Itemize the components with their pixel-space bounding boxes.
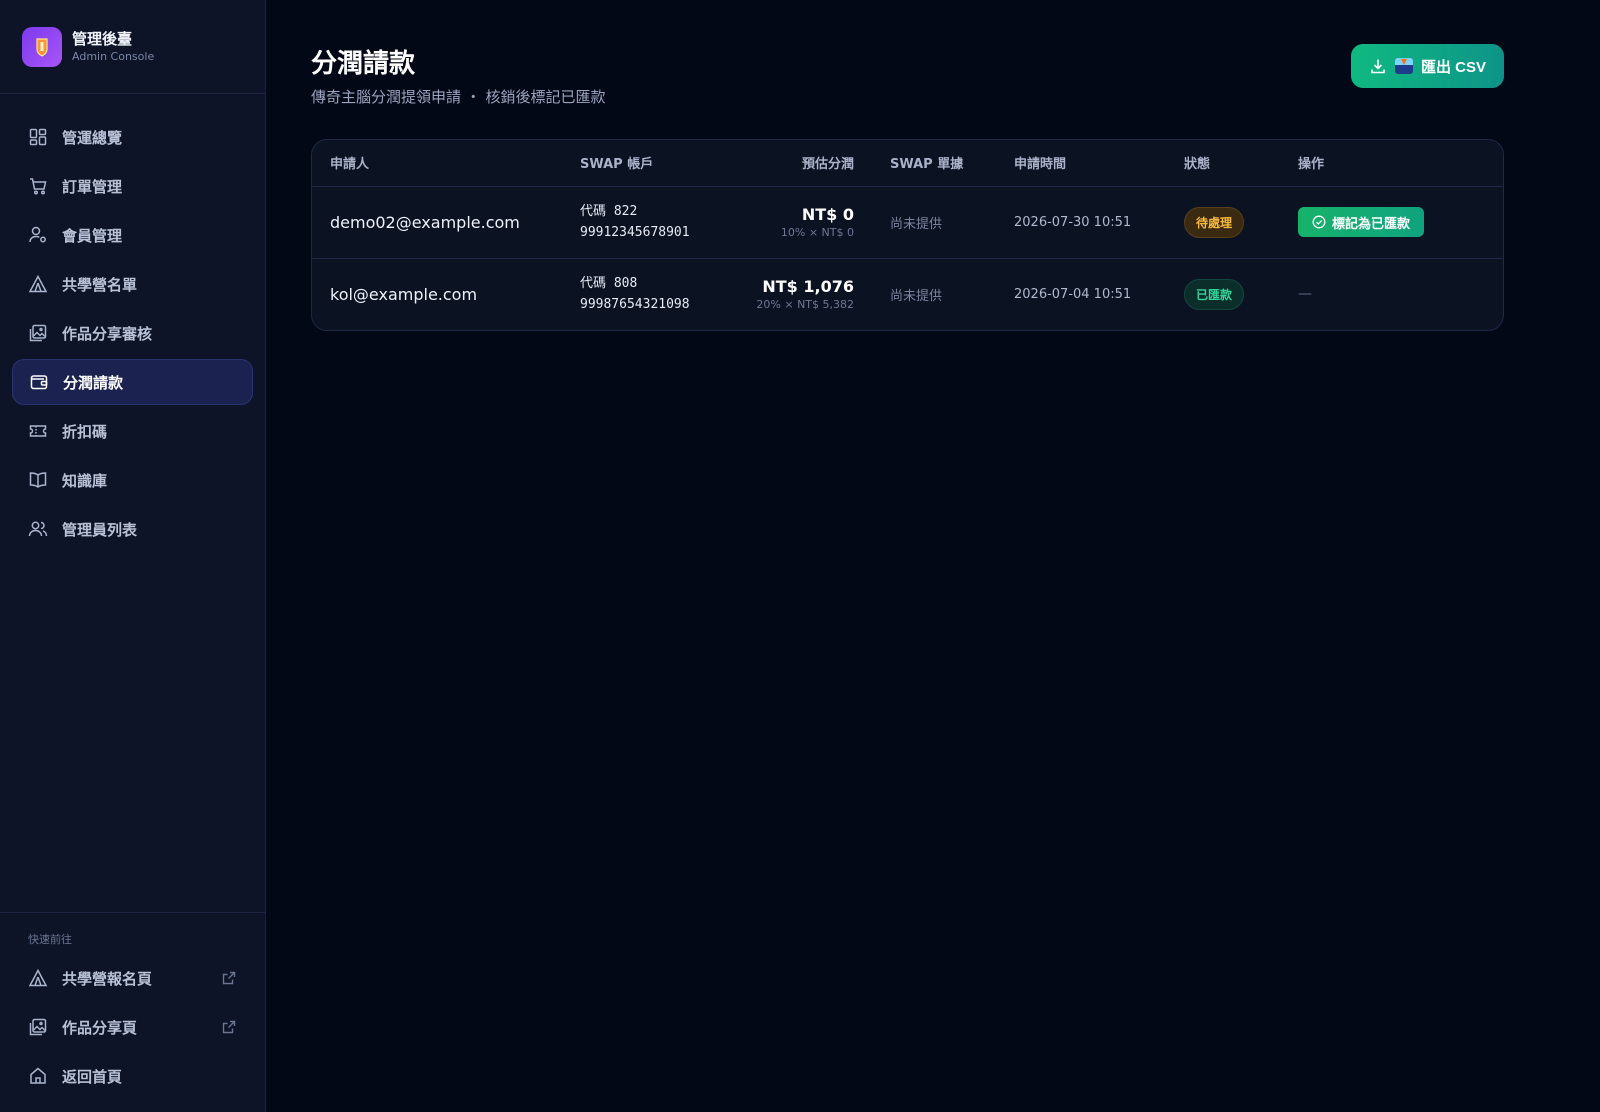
export-csv-button[interactable]: 匯出 CSV — [1350, 44, 1504, 88]
sidebar-item-label: 折扣碼 — [62, 422, 108, 441]
brand-subtitle: Admin Console — [72, 49, 155, 63]
sidebar-item-knowledge-base[interactable]: 知識庫 — [12, 457, 253, 503]
sidebar-item-label: 管運總覽 — [62, 128, 123, 147]
sidebar-item-label: 知識庫 — [62, 471, 108, 490]
table-header-row: 申請人 SWAP 帳戶 預估分潤 SWAP 單據 申請時間 狀態 操作 — [312, 140, 1503, 187]
dashboard-icon — [28, 127, 48, 147]
brand: 管理後臺 Admin Console — [0, 0, 265, 94]
sidebar-item-label: 分潤請款 — [63, 373, 124, 392]
sidebar-item-label: 作品分享審核 — [62, 324, 153, 343]
sidebar-item-members[interactable]: 會員管理 — [12, 212, 253, 258]
sidebar-item-label: 管理員列表 — [62, 520, 138, 539]
request-time: 2026-07-30 10:51 — [1014, 215, 1132, 230]
estimated-amount: NT$ 1,076 — [762, 276, 854, 296]
tent-icon — [28, 968, 48, 988]
sidebar-item-artwork-review[interactable]: 作品分享審核 — [12, 310, 253, 356]
external-link-icon — [221, 970, 237, 986]
sidebar-item-admins[interactable]: 管理員列表 — [12, 506, 253, 552]
status-badge: 待處理 — [1184, 206, 1245, 238]
wallet-icon — [29, 372, 49, 392]
column-header: 狀態 — [1166, 140, 1280, 187]
quick-link-label: 返回首頁 — [62, 1067, 123, 1086]
estimated-amount: NT$ 0 — [801, 204, 854, 224]
applicant-email: kol@example.com — [330, 284, 478, 304]
gallery-icon — [28, 1017, 48, 1037]
external-link-icon — [221, 1019, 237, 1035]
amount-detail: 20% × NT$ 5,382 — [756, 297, 854, 311]
user-gear-icon — [28, 225, 48, 245]
inbox-tray-icon — [1394, 58, 1413, 74]
gallery-icon — [28, 323, 48, 343]
column-header: 操作 — [1280, 140, 1503, 187]
no-action: — — [1298, 286, 1312, 303]
quick-link-label: 共學營報名頁 — [62, 969, 153, 988]
page-subtitle: 傳奇主腦分潤提領申請 ・ 核銷後標記已匯款 — [311, 88, 606, 106]
users-icon — [28, 519, 48, 539]
sidebar-item-orders[interactable]: 訂單管理 — [12, 163, 253, 209]
brand-title: 管理後臺 — [72, 29, 133, 48]
column-header: 預估分潤 — [722, 140, 872, 187]
check-circle-icon — [1312, 215, 1326, 229]
download-icon — [1369, 57, 1387, 75]
quick-link-camp-signup[interactable]: 共學營報名頁 — [12, 955, 253, 1001]
quick-links-title: 快速前往 — [28, 933, 72, 946]
mark-paid-button[interactable]: 標記為已匯款 — [1298, 207, 1425, 237]
sidebar-item-label: 會員管理 — [62, 226, 123, 245]
page-title: 分潤請款 — [311, 49, 416, 79]
receipt-status: 尚未提供 — [890, 288, 943, 304]
page-header: 分潤請款 傳奇主腦分潤提領申請 ・ 核銷後標記已匯款 匯出 CSV — [311, 44, 1504, 107]
account-code: 代碼 822 — [580, 204, 638, 219]
sidebar-item-label: 共學營名單 — [62, 275, 138, 294]
column-header: SWAP 單據 — [872, 140, 996, 187]
table-row: demo02@example.com 代碼 822 99912345678901… — [312, 186, 1503, 258]
status-badge: 已匯款 — [1184, 278, 1245, 310]
column-header: 申請時間 — [996, 140, 1166, 187]
main-nav: 管運總覽 訂單管理 會員管理 共學營名單 作品分享審核 分潤請款 折扣碼 知識庫… — [0, 94, 265, 912]
account-number: 99987654321098 — [580, 297, 690, 313]
logo-icon — [22, 26, 62, 67]
sidebar-item-revenue-share[interactable]: 分潤請款 — [12, 359, 253, 405]
ticket-icon — [28, 421, 48, 441]
tent-icon — [28, 274, 48, 294]
receipt-status: 尚未提供 — [890, 216, 943, 232]
sidebar-item-camp[interactable]: 共學營名單 — [12, 261, 253, 307]
quick-link-artwork[interactable]: 作品分享頁 — [12, 1004, 253, 1050]
request-time: 2026-07-04 10:51 — [1014, 287, 1132, 303]
sidebar: 管理後臺 Admin Console 管運總覽 訂單管理 會員管理 共學營名單 … — [0, 0, 266, 1112]
sidebar-item-overview[interactable]: 管運總覽 — [12, 114, 253, 160]
quick-link-home[interactable]: 返回首頁 — [12, 1053, 253, 1099]
main-content: 分潤請款 傳奇主腦分潤提領申請 ・ 核銷後標記已匯款 匯出 CSV 申請人 SW… — [266, 0, 1600, 1112]
sidebar-item-coupons[interactable]: 折扣碼 — [12, 408, 253, 454]
column-header: SWAP 帳戶 — [562, 140, 722, 187]
sidebar-item-label: 訂單管理 — [62, 177, 123, 196]
amount-detail: 10% × NT$ 0 — [780, 225, 854, 239]
home-icon — [28, 1066, 48, 1086]
column-header: 申請人 — [312, 140, 562, 187]
cart-icon — [28, 176, 48, 196]
book-icon — [28, 470, 48, 490]
mark-paid-label: 標記為已匯款 — [1332, 215, 1411, 231]
export-csv-label: 匯出 CSV — [1420, 58, 1486, 76]
quick-links: 快速前往 共學營報名頁 作品分享頁 返回首頁 — [0, 912, 265, 1112]
account-code: 代碼 808 — [580, 276, 638, 292]
withdrawals-table: 申請人 SWAP 帳戶 預估分潤 SWAP 單據 申請時間 狀態 操作 demo… — [311, 139, 1504, 331]
account-number: 99912345678901 — [580, 225, 690, 240]
quick-link-label: 作品分享頁 — [62, 1018, 138, 1037]
applicant-email: demo02@example.com — [330, 212, 520, 232]
table-row: kol@example.com 代碼 808 99987654321098 NT… — [312, 257, 1503, 330]
